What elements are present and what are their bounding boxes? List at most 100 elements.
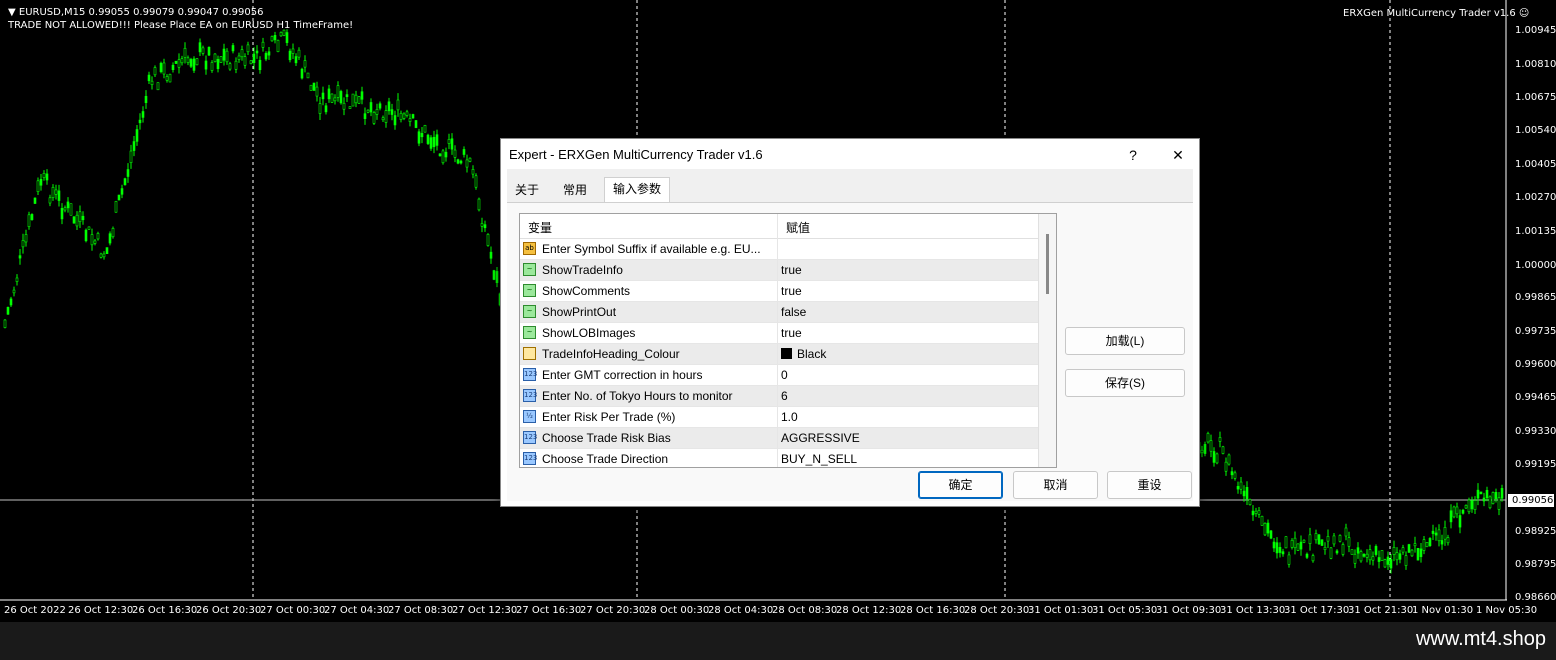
- param-row[interactable]: ½ Enter Risk Per Trade (%) 1.0: [520, 407, 1038, 428]
- candle-body: [216, 58, 220, 70]
- candle-body: [291, 48, 295, 54]
- help-button[interactable]: ?: [1113, 142, 1153, 168]
- param-value[interactable]: true: [781, 263, 802, 277]
- param-value[interactable]: false: [781, 305, 806, 319]
- candle-body: [144, 95, 148, 104]
- param-value[interactable]: 1.0: [781, 410, 798, 424]
- candle-body: [483, 224, 487, 229]
- candle-body: [285, 32, 289, 43]
- param-value[interactable]: 6: [781, 389, 788, 403]
- param-row[interactable]: TradeInfoHeading_Colour Black: [520, 344, 1038, 365]
- candle-body: [36, 180, 40, 192]
- price-tick: 1.00540: [1515, 125, 1556, 136]
- candle-body: [1377, 557, 1381, 562]
- candle-body: [1257, 510, 1261, 515]
- param-row[interactable]: ~ ShowTradeInfo true: [520, 260, 1038, 281]
- candle-body: [1269, 530, 1273, 539]
- double-type-icon: ½: [523, 410, 536, 423]
- col-variable-header[interactable]: 变量: [528, 219, 552, 236]
- time-tick: 31 Oct 01:30: [1028, 605, 1094, 616]
- param-row[interactable]: ~ ShowPrintOut false: [520, 302, 1038, 323]
- candle-body: [117, 194, 121, 201]
- param-value[interactable]: true: [781, 284, 802, 298]
- candle-body: [1500, 488, 1504, 499]
- candle-body: [234, 60, 238, 70]
- int-type-icon: 123: [523, 452, 537, 465]
- smiley-icon[interactable]: ☺: [1519, 8, 1529, 19]
- ea-label: ERXGen MultiCurrency Trader v1.6 ☺: [1343, 8, 1529, 19]
- param-name: Enter Risk Per Trade (%): [542, 410, 676, 424]
- param-row[interactable]: 123 Choose Trade Direction BUY_N_SELL: [520, 449, 1038, 467]
- param-row[interactable]: ab Enter Symbol Suffix if available e.g. …: [520, 239, 1038, 260]
- load-button[interactable]: 加载(L): [1065, 327, 1185, 355]
- symbol-info: ▼ EURUSD,M15 0.99055 0.99079 0.99047 0.9…: [8, 7, 264, 18]
- candle-body: [252, 53, 256, 64]
- param-row[interactable]: ~ ShowLOBImages true: [520, 323, 1038, 344]
- candle-body: [1263, 522, 1267, 536]
- candle-body: [1395, 552, 1399, 561]
- candle-body: [1221, 446, 1225, 454]
- price-tick: 1.00405: [1515, 159, 1556, 170]
- param-value[interactable]: 0: [781, 368, 788, 382]
- time-tick: 27 Oct 16:30: [516, 605, 582, 616]
- candle-body: [471, 169, 475, 175]
- param-row[interactable]: 123 Choose Trade Risk Bias AGGRESSIVE: [520, 428, 1038, 449]
- param-value[interactable]: true: [781, 326, 802, 340]
- candle-body: [393, 115, 397, 126]
- candle-body: [342, 102, 346, 110]
- candle-body: [309, 84, 313, 91]
- col-value-header[interactable]: 赋值: [786, 219, 810, 236]
- candle-body: [1302, 539, 1306, 543]
- param-name: Choose Trade Risk Bias: [542, 431, 671, 445]
- param-row[interactable]: ~ ShowComments true: [520, 281, 1038, 302]
- candle-body: [255, 50, 259, 54]
- grid-header: 变量 赋值: [520, 214, 1038, 239]
- param-value[interactable]: BUY_N_SELL: [781, 452, 857, 466]
- candle-body: [1386, 556, 1390, 565]
- dialog-titlebar[interactable]: Expert - ERXGen MultiCurrency Trader v1.…: [501, 139, 1199, 169]
- candle-body: [387, 101, 391, 112]
- param-row[interactable]: 123 Enter No. of Tokyo Hours to monitor 6: [520, 386, 1038, 407]
- tab-inputs[interactable]: 输入参数: [604, 177, 671, 203]
- tab-common[interactable]: 常用: [555, 179, 595, 201]
- reset-button[interactable]: 重设: [1107, 471, 1192, 499]
- candle-body: [51, 187, 55, 198]
- candle-body: [1239, 481, 1243, 490]
- ok-button[interactable]: 确定: [918, 471, 1003, 499]
- candle-body: [108, 233, 112, 244]
- inputs-grid: 变量 赋值 ab Enter Symbol Suffix if available…: [519, 213, 1057, 468]
- candle-body: [1449, 510, 1453, 523]
- color-swatch: [781, 348, 792, 359]
- candle-body: [258, 59, 262, 71]
- candle-body: [189, 59, 193, 67]
- save-button[interactable]: 保存(S): [1065, 369, 1185, 397]
- candle-body: [1332, 535, 1336, 545]
- candle-body: [1401, 547, 1405, 553]
- candle-body: [1215, 453, 1219, 464]
- candle-body: [63, 207, 67, 211]
- candle-body: [228, 63, 232, 70]
- candle-body: [1278, 547, 1282, 553]
- candle-body: [417, 131, 421, 144]
- grid-scrollbar[interactable]: [1038, 214, 1056, 467]
- candle-body: [1452, 506, 1456, 518]
- candle-body: [366, 109, 370, 113]
- tab-about[interactable]: 关于: [507, 179, 547, 201]
- price-tick: 1.00135: [1515, 226, 1556, 237]
- candle-body: [1362, 554, 1366, 557]
- candle-body: [210, 62, 214, 71]
- candle-body: [1266, 522, 1270, 534]
- candle-body: [201, 47, 205, 54]
- param-row[interactable]: 123 Enter GMT correction in hours 0: [520, 365, 1038, 386]
- scrollbar-thumb[interactable]: [1046, 234, 1049, 294]
- candle-body: [147, 74, 151, 82]
- param-value[interactable]: Black: [781, 347, 826, 361]
- candle-body: [42, 173, 46, 178]
- candle-body: [204, 60, 208, 70]
- time-tick: 28 Oct 20:30: [964, 605, 1030, 616]
- param-name: Choose Trade Direction: [542, 452, 669, 466]
- candle-body: [195, 58, 199, 66]
- param-value[interactable]: AGGRESSIVE: [781, 431, 860, 445]
- close-button[interactable]: ✕: [1158, 142, 1198, 168]
- cancel-button[interactable]: 取消: [1013, 471, 1098, 499]
